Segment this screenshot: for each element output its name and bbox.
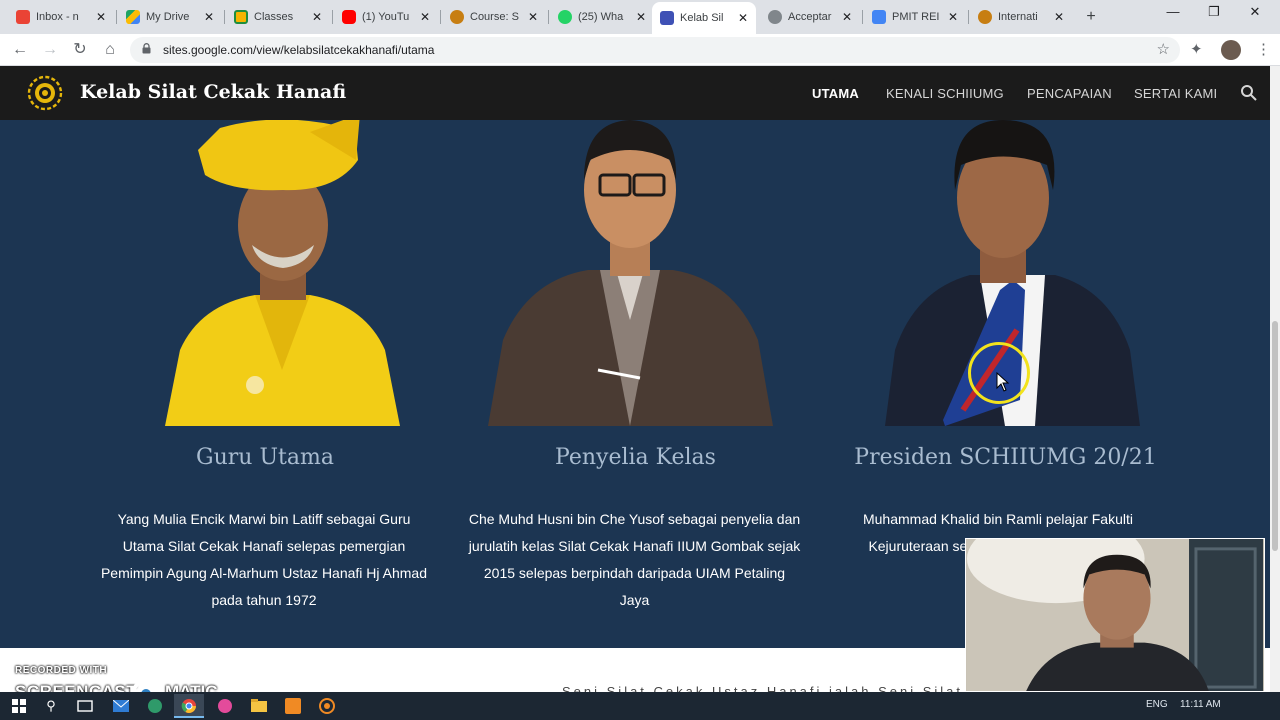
restore-icon[interactable]: ❐ [1199,4,1229,20]
app-icon-orange[interactable] [278,694,308,718]
site-title[interactable]: Kelab Silat Cekak Hanafi [80,81,346,103]
gmail-icon [16,10,30,24]
lock-icon [142,43,151,54]
tab-classroom[interactable]: Classes ✕ [226,4,330,30]
reload-icon[interactable]: ↻ [68,38,92,62]
person-title-presiden: Presiden SCHIIUMG 20/21 [854,445,1157,470]
home-icon[interactable]: ⌂ [98,38,122,62]
tab-title: (1) YouTu [362,11,410,23]
windows-start-icon[interactable] [4,694,34,718]
scrollbar-thumb[interactable] [1272,321,1278,551]
nav-pencapaian[interactable]: PENCAPAIAN [1027,86,1112,101]
menu-kebab-icon[interactable]: ⋮ [1256,40,1271,58]
moodle-icon [978,10,992,24]
nav-utama[interactable]: UTAMA [812,86,859,101]
mail-icon[interactable] [106,694,136,718]
profile-avatar[interactable] [1221,40,1241,60]
nav-sertai-kami[interactable]: SERTAI KAMI [1134,86,1217,101]
tab-youtube[interactable]: (1) YouTu ✕ [334,4,438,30]
extensions-icon[interactable]: ✦ [1190,40,1203,58]
browser-toolbar: ← → ↻ ⌂ sites.google.com/view/kelabsilat… [0,34,1280,66]
close-icon[interactable]: ✕ [738,11,748,25]
tab-acceptance[interactable]: Acceptar ✕ [760,4,860,30]
site-header: Kelab Silat Cekak Hanafi UTAMA KENALI SC… [0,66,1270,120]
tab-course[interactable]: Course: S ✕ [442,4,546,30]
task-view-icon[interactable] [70,694,100,718]
webcam-overlay [965,538,1265,692]
search-taskbar-icon[interactable]: ⚲ [36,694,66,718]
window-close-icon[interactable]: ✕ [1240,4,1270,20]
person-title-guru-utama: Guru Utama [196,445,334,470]
bookmark-star-icon[interactable]: ☆ [1157,40,1170,58]
google-sites-icon [660,11,674,25]
back-icon[interactable]: ← [8,38,32,62]
tab-title: Acceptar [788,11,832,23]
screencast-taskbar-icon[interactable] [312,694,342,718]
tab-title: Kelab Sil [680,12,724,24]
chrome-taskbar-icon[interactable] [174,694,204,718]
globe-icon [768,10,782,24]
youtube-icon [342,10,356,24]
address-bar[interactable]: sites.google.com/view/kelabsilatcekakhan… [130,37,1180,63]
language-indicator[interactable]: ENG [1146,699,1168,710]
tab-title: Internati [998,11,1038,23]
page-scrollbar[interactable] [1270,66,1280,692]
new-tab-button[interactable]: + [1080,6,1102,28]
tab-pmit[interactable]: PMIT REI ✕ [864,4,966,30]
tab-strip: Inbox - n ✕ My Drive ✕ Classes ✕ (1) You… [0,0,1280,34]
close-icon[interactable]: ✕ [948,10,958,24]
club-logo-icon [27,75,63,111]
windows-taskbar: ⚲ ENG 11:11 AM [0,692,1280,720]
drive-icon [126,10,140,24]
penyelia-kelas-photo [488,120,773,426]
nav-kenali-schiiumg[interactable]: KENALI SCHIIUMG [886,86,1004,101]
close-icon[interactable]: ✕ [96,10,106,24]
recorded-with-label: RECORDED WITH [15,665,108,676]
close-icon[interactable]: ✕ [204,10,214,24]
tab-drive[interactable]: My Drive ✕ [118,4,222,30]
edge-icon[interactable] [140,694,170,718]
tab-title: Inbox - n [36,11,79,23]
guru-utama-photo [165,120,400,426]
forward-icon[interactable]: → [38,38,62,62]
close-icon[interactable]: ✕ [842,10,852,24]
person-desc-guru-utama: Yang Mulia Encik Marwi bin Latiff sebaga… [100,511,428,608]
moodle-icon [450,10,464,24]
minimize-icon[interactable]: — [1158,4,1188,19]
tab-title: Course: S [470,11,519,23]
whatsapp-icon [558,10,572,24]
url-text: sites.google.com/view/kelabsilatcekakhan… [163,43,435,57]
tab-title: PMIT REI [892,11,940,23]
close-icon[interactable]: ✕ [420,10,430,24]
close-icon[interactable]: ✕ [1054,10,1064,24]
tab-whatsapp[interactable]: (25) Wha ✕ [550,4,654,30]
close-icon[interactable]: ✕ [312,10,322,24]
close-icon[interactable]: ✕ [636,10,646,24]
tab-international[interactable]: Internati ✕ [970,4,1072,30]
file-explorer-icon[interactable] [244,694,274,718]
tab-kelab-silat[interactable]: Kelab Sil ✕ [652,2,756,34]
mouse-cursor-icon [996,372,1010,392]
itunes-icon[interactable] [210,694,240,718]
google-docs-icon [872,10,886,24]
tab-title: My Drive [146,11,190,23]
tab-title: Classes [254,11,294,23]
close-icon[interactable]: ✕ [528,10,538,24]
tab-title: (25) Wha [578,11,624,23]
clock[interactable]: 11:11 AM [1180,699,1221,710]
classroom-icon [234,10,248,24]
person-desc-penyelia-kelas: Che Muhd Husni bin Che Yusof sebagai pen… [468,511,801,608]
person-title-penyelia-kelas: Penyelia Kelas [555,445,716,470]
tab-gmail[interactable]: Inbox - n ✕ [8,4,114,30]
search-icon[interactable] [1240,84,1258,102]
